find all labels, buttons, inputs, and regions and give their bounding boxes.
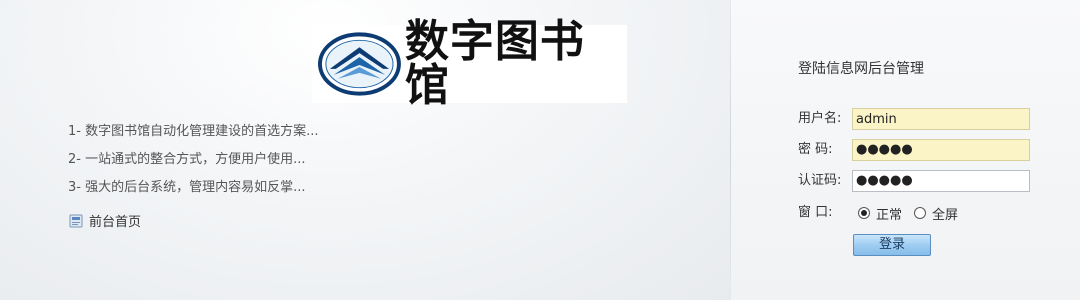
home-link[interactable]: 前台首页 [69,211,141,230]
username-label: 用户名: [798,111,842,126]
feature-item: 3- 强大的后台系统，管理内容易如反掌... [68,180,306,195]
radio-selected-dot [861,210,867,216]
home-link-label: 前台首页 [89,215,142,230]
feature-item: 1- 数字图书馆自动化管理建设的首选方案... [68,124,319,139]
window-fullscreen-radio[interactable] [914,207,927,219]
window-normal-radio[interactable] [858,207,870,219]
password-label: 密 码: [798,142,833,157]
page-icon [69,214,83,227]
login-button[interactable]: 登录 [853,234,931,256]
window-mode-radio-group: 正常 全屏 [858,202,970,224]
login-title: 登陆信息网后台管理 [798,61,924,77]
window-label: 窗 口: [798,205,833,220]
captcha-input[interactable]: ●●●●● [852,170,1030,192]
feature-item: 2- 一站通式的整合方式，方便用户使用... [68,152,306,167]
window-normal-label[interactable]: 正常 [876,204,902,223]
username-input[interactable] [852,108,1030,130]
password-input[interactable]: ●●●●● [852,139,1030,161]
logo-text: 数字图书馆 [404,16,585,111]
captcha-label: 认证码: [798,173,842,188]
logo: 数字图书馆 [312,20,627,108]
feature-list: 1- 数字图书馆自动化管理建设的首选方案... 2- 一站通式的整合方式，方便用… [68,118,319,202]
library-logo-icon [318,32,401,96]
window-fullscreen-label[interactable]: 全屏 [932,204,958,223]
